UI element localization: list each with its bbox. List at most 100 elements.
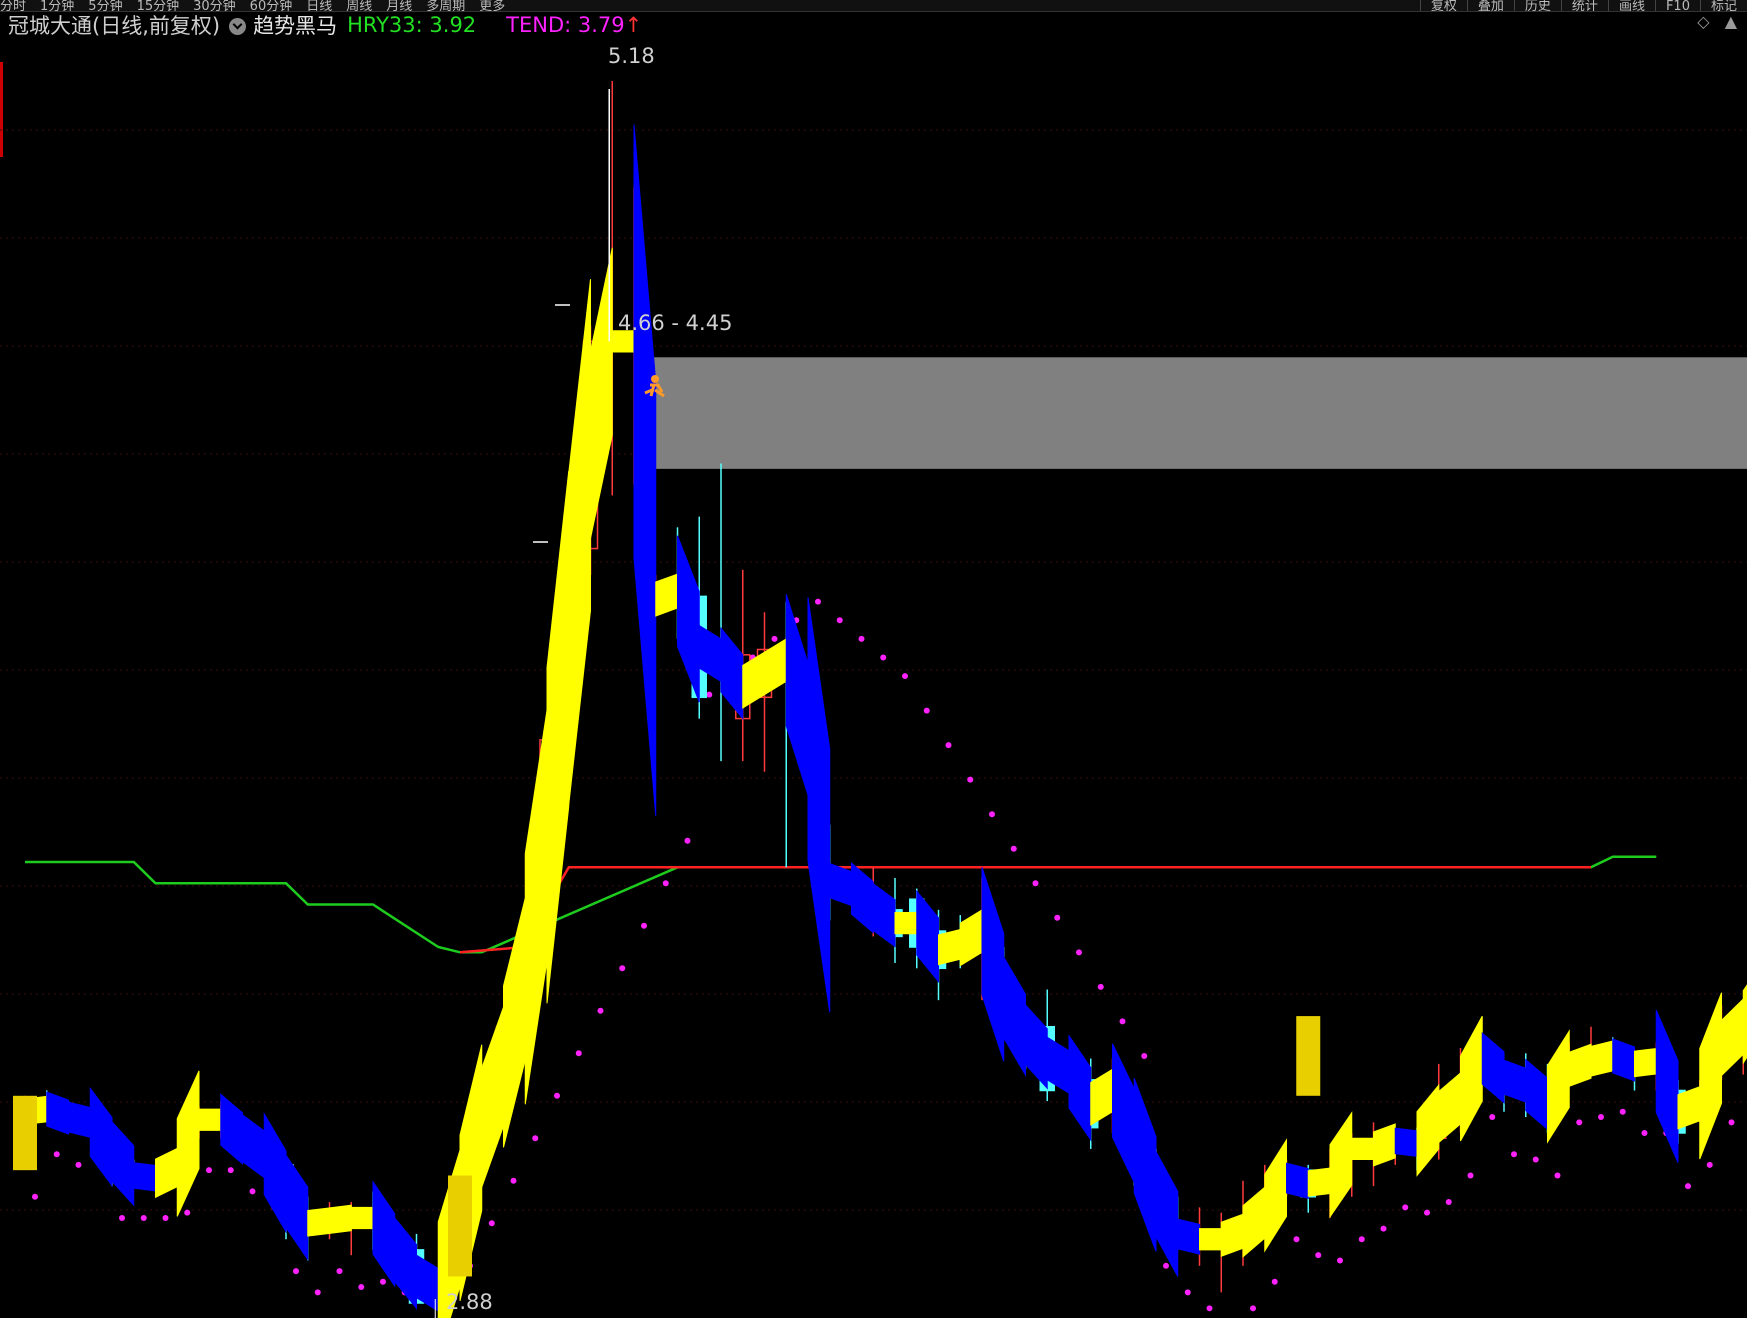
ribbon-segment: [894, 911, 918, 935]
ribbon-segment: [1025, 1003, 1048, 1090]
ribbon-segment: [981, 867, 1005, 1062]
ribbon-segment: [1525, 1058, 1548, 1131]
ribbon-segment: [285, 1153, 309, 1262]
tool-tab-0[interactable]: 复权: [1419, 0, 1467, 11]
tool-tab-5[interactable]: F10: [1654, 0, 1700, 11]
ribbon-segment: [1568, 1043, 1592, 1087]
indicator-dot: [227, 1167, 234, 1174]
ribbon-segment: [1264, 1138, 1287, 1253]
tend-value: TEND: 3.79↑: [506, 13, 643, 37]
indicator-dot: [1097, 983, 1104, 990]
hry33-value: HRY33: 3.92: [347, 13, 477, 37]
tool-tab-4[interactable]: 画线: [1607, 0, 1655, 11]
price-chart[interactable]: [0, 40, 1747, 1318]
indicator-dot: [575, 1050, 582, 1057]
indicator-name[interactable]: 趋势黑马: [253, 10, 337, 40]
indicator-dot: [162, 1214, 169, 1221]
corner-tools: ◇ ▲: [1697, 12, 1747, 31]
indicator-dot: [293, 1268, 299, 1275]
ribbon-segment: [1699, 992, 1722, 1160]
ribbon-segment: [1220, 1213, 1244, 1257]
candles-layer: [17, 81, 1747, 1304]
tool-tabs[interactable]: 复权 叠加 历史 统计 画线 F10 标记: [1419, 0, 1747, 11]
ribbon-segment: [742, 651, 765, 709]
indicator-dot: [815, 598, 821, 605]
indicator-dot: [314, 1289, 321, 1296]
indicator-dot: [1619, 1108, 1626, 1115]
indicator-dot: [1554, 1172, 1561, 1179]
indicator-dot: [771, 635, 778, 642]
indicator-dot: [836, 617, 843, 624]
ribbon-segment: [568, 279, 591, 805]
ribbon-segment: [1133, 1078, 1157, 1252]
ribbon-segment: [329, 1204, 352, 1234]
indicator-dot: [1489, 1114, 1496, 1121]
stock-title[interactable]: 冠城大通(日线,前复权): [8, 10, 220, 40]
indicator-dot: [945, 742, 952, 749]
ribbon-segment: [916, 889, 939, 983]
indicator-dot: [380, 1278, 386, 1285]
ribbon-segment: [938, 928, 961, 966]
ribbon-segment: [242, 1113, 265, 1179]
indicator-dot: [641, 922, 647, 929]
ribbon-segment: [1634, 1047, 1657, 1078]
indicator-dot: [140, 1214, 147, 1221]
ribbon-segment: [350, 1206, 374, 1230]
indicator-dot: [358, 1284, 365, 1291]
ribbon-segment: [1416, 1083, 1440, 1177]
ribbon-segment: [872, 882, 896, 948]
indicator-dot: [1706, 1161, 1713, 1168]
ribbon-segment: [764, 637, 787, 696]
ribbon-segment: [1373, 1123, 1396, 1167]
ribbon-segment: [524, 709, 548, 1105]
ribbon-segment: [785, 594, 809, 796]
indicator-dot: [706, 691, 713, 698]
red-line-layer: [459, 866, 1591, 954]
ribbon-segment: [503, 898, 526, 1148]
indicator-dot: [1163, 1262, 1169, 1269]
ribbon-segment: [481, 1006, 504, 1188]
indicator-dot: [1358, 1236, 1365, 1243]
indicator-dot: [662, 880, 669, 887]
indicator-dropdown-icon[interactable]: [229, 17, 247, 35]
ribbon-segment: [1481, 1032, 1505, 1104]
ribbon-segment: [720, 626, 744, 720]
ribbon-segment: [155, 1147, 178, 1199]
indicator-dot: [1511, 1151, 1517, 1158]
ribbon-segment: [807, 597, 831, 1013]
resistance-zone: [641, 357, 1747, 469]
tool-tab-3[interactable]: 统计: [1560, 0, 1608, 11]
tool-tab-6[interactable]: 标记: [1699, 0, 1747, 11]
red-line: [459, 866, 1591, 954]
ribbon-segment: [46, 1091, 69, 1135]
gold-block: [448, 1175, 472, 1277]
indicator-dot: [1271, 1278, 1278, 1285]
ribbon-layer: [24, 124, 1747, 1318]
diamond-icon[interactable]: ◇: [1697, 12, 1709, 31]
scroll-up-icon[interactable]: ▲: [1725, 12, 1737, 31]
ribbon-segment: [1503, 1059, 1527, 1103]
indicator-dot: [1532, 1156, 1539, 1163]
indicator-dot: [1380, 1225, 1387, 1232]
indicator-dot: [1728, 1119, 1735, 1126]
indicator-dot: [619, 965, 626, 972]
indicator-dot: [597, 1007, 604, 1014]
indicator-dot: [1337, 1257, 1343, 1264]
indicator-dot: [510, 1177, 517, 1184]
indicator-dot: [249, 1188, 256, 1195]
low-price-label: 2.88: [446, 1290, 493, 1314]
ribbon-segment: [546, 470, 570, 1004]
tool-tab-1[interactable]: 叠加: [1466, 0, 1514, 11]
indicator-dot: [858, 635, 865, 642]
tool-tab-2[interactable]: 历史: [1513, 0, 1561, 11]
gold-block: [1296, 1016, 1321, 1096]
indicator-dot: [684, 837, 691, 844]
indicator-dot: [1445, 1199, 1452, 1206]
indicator-dot: [119, 1214, 125, 1221]
high-price-label: 5.18: [608, 44, 655, 68]
indicator-dot: [1119, 1018, 1126, 1025]
indicator-dot: [967, 776, 974, 783]
indicator-dot: [1293, 1236, 1300, 1243]
ribbon-segment: [1438, 1071, 1461, 1144]
ribbon-segment: [1199, 1228, 1222, 1251]
